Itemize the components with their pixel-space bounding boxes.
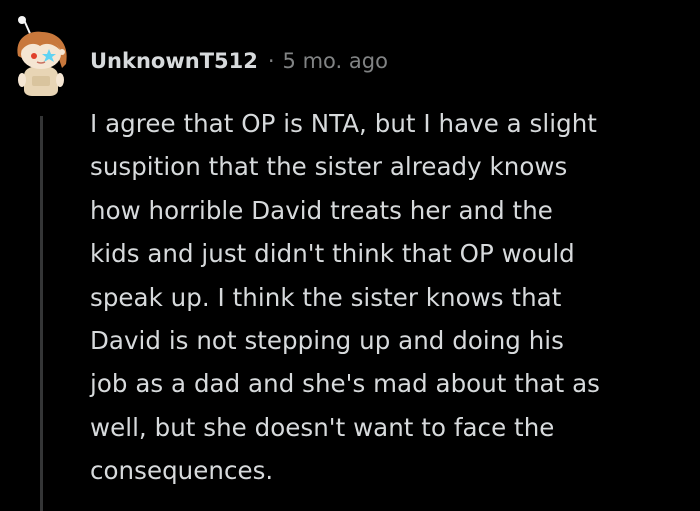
comment: UnknownT512 · 5 mo. ago I agree that OP … [0, 0, 700, 511]
comment-body-line: I agree that OP is NTA, but I have a sli… [90, 109, 597, 138]
comment-body-line: consequences. [90, 456, 274, 486]
comment-body-line: how horrible David treats her and the [90, 195, 553, 225]
comment-body-line: job as a dad and she's mad about that as [90, 369, 600, 399]
comment-body: I agree that OP is NTA, but I have a sli… [90, 102, 685, 493]
meta-separator: · [267, 49, 275, 73]
snoo-avatar-icon [17, 16, 67, 96]
comment-body-line: well, but she doesn't want to face the [90, 412, 555, 442]
timestamp-link[interactable]: 5 mo. ago [283, 46, 388, 76]
comment-body-line: David is not stepping up and doing his [90, 326, 564, 356]
comment-meta: UnknownT512 · 5 mo. ago [90, 46, 388, 76]
comment-body-line: kids and just didn't think that OP would [90, 239, 575, 269]
username-link[interactable]: UnknownT512 [90, 46, 258, 76]
user-avatar[interactable] [10, 16, 72, 96]
thread-collapse-line[interactable] [40, 116, 43, 511]
comment-body-line: speak up. I think the sister knows that [90, 282, 562, 312]
comment-body-line: suspition that the sister already knows [90, 152, 568, 182]
